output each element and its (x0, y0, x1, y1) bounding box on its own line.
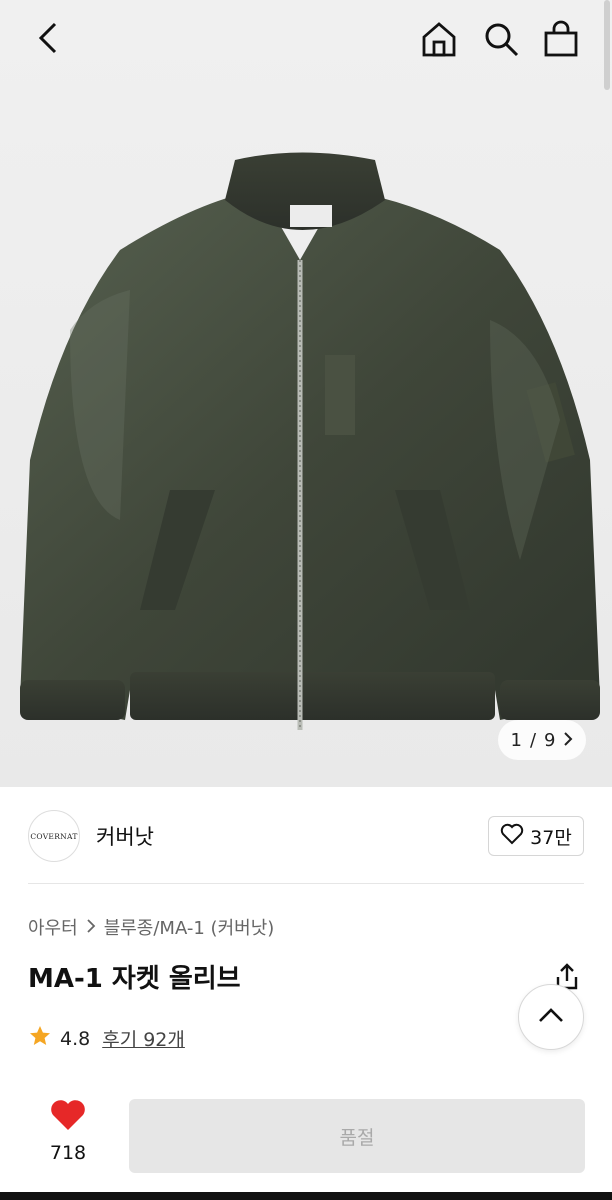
chevron-right-icon (563, 730, 573, 751)
page-current: 1 (510, 729, 522, 751)
scroll-to-top-button[interactable] (518, 984, 584, 1050)
page-total: 9 (544, 729, 556, 751)
shopping-bag-icon (543, 20, 579, 62)
chevron-left-icon (37, 21, 59, 59)
product-image-carousel[interactable]: 1 / 9 (0, 0, 612, 787)
rating-value: 4.8 (60, 1027, 91, 1050)
bottom-action-bar: 718 품절 (0, 1080, 612, 1200)
rating-row: 4.8 후기 92개 (28, 1024, 185, 1053)
search-button[interactable] (478, 18, 524, 64)
home-icon (420, 20, 458, 62)
brand-like-count: 37만 (530, 826, 572, 849)
brand-logo-text: COVERNAT (30, 831, 78, 841)
divider (28, 883, 584, 884)
home-button[interactable] (416, 18, 462, 64)
breadcrumb: 아우터 블루종/MA-1 (커버낫) (28, 914, 274, 940)
chevron-up-icon (538, 1007, 564, 1027)
brand-like-button[interactable]: 37만 (488, 816, 584, 856)
wishlist-button[interactable]: 718 (40, 1098, 96, 1164)
brand-row[interactable]: COVERNAT 커버낫 37만 (28, 808, 584, 864)
heart-outline-icon (500, 823, 524, 850)
heart-filled-icon (49, 1098, 87, 1136)
reviews-link[interactable]: 후기 92개 (102, 1025, 185, 1052)
brand-name[interactable]: 커버낫 (96, 821, 154, 851)
page-separator: / (529, 729, 537, 751)
chevron-right-icon (86, 917, 96, 938)
image-page-indicator[interactable]: 1 / 9 (498, 720, 586, 760)
wishlist-count: 718 (49, 1142, 87, 1164)
star-icon (28, 1024, 52, 1053)
shopping-bag-button[interactable] (538, 18, 584, 64)
system-bottom-bar (0, 1192, 612, 1200)
product-title: MA-1 자켓 올리브 (28, 964, 241, 994)
back-button[interactable] (26, 18, 70, 62)
top-navigation-bar (0, 0, 612, 82)
brand-logo[interactable]: COVERNAT (28, 810, 80, 862)
breadcrumb-item-outer[interactable]: 아우터 (28, 914, 78, 940)
search-icon (482, 20, 520, 62)
product-photo-jacket (20, 152, 600, 730)
breadcrumb-item-category[interactable]: 블루종/MA-1 (커버낫) (104, 914, 275, 940)
sold-out-button[interactable]: 품절 (129, 1099, 585, 1173)
